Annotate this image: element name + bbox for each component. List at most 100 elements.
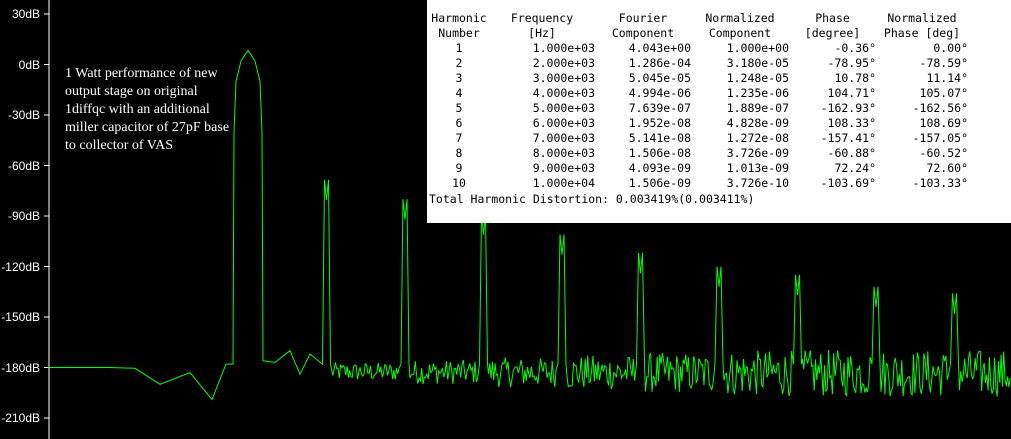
fourier-table-row: 4 4.000e+03 4.994e-06 1.235e-06 104.71° 105.0… bbox=[429, 86, 968, 101]
fourier-table-cell: -60.88° bbox=[827, 146, 876, 160]
fourier-table-cell: -78.95° bbox=[827, 56, 876, 70]
fourier-header-line: Number bbox=[438, 26, 480, 40]
fourier-table-cell: 1.506e-08 bbox=[628, 146, 691, 160]
fourier-table-cell: 5.141e-08 bbox=[628, 131, 691, 145]
y-tick-label: -90dB bbox=[7, 209, 40, 223]
fourier-table-cell: 4.093e-09 bbox=[628, 161, 691, 175]
fourier-table-cell: 108.69° bbox=[919, 116, 968, 130]
y-axis-ticks bbox=[44, 13, 49, 419]
fourier-table-row: 2 2.000e+03 1.286e-04 3.180e-05 -78.95° -78.5… bbox=[429, 56, 968, 71]
fourier-table-cell: 1.000e+04 bbox=[532, 176, 595, 190]
fourier-header-line: [degree] bbox=[804, 26, 861, 40]
fourier-table-cell: 9.000e+03 bbox=[532, 161, 595, 175]
fourier-table-cell: 0.00° bbox=[933, 41, 968, 55]
y-tick-label: -150dB bbox=[1, 310, 40, 324]
fourier-table-cell: -162.93° bbox=[820, 101, 876, 115]
fourier-table-row: 3 3.000e+03 5.045e-05 1.248e-05 10.78° 11.14° bbox=[429, 71, 968, 86]
fourier-table-cell: 3.000e+03 bbox=[532, 71, 595, 85]
fourier-table-cell: -103.33° bbox=[912, 176, 968, 190]
fourier-table-cell: 6 bbox=[455, 116, 463, 130]
fourier-table-cell: -103.69° bbox=[820, 176, 876, 190]
fourier-header-cell: Normalized Phase [deg] bbox=[876, 11, 968, 41]
fourier-table-row: 1 1.000e+03 4.043e+00 1.000e+00 -0.36° 0.00° bbox=[429, 41, 968, 56]
fourier-table-cell: 10.78° bbox=[834, 71, 876, 85]
fourier-table-cell: 3.180e-05 bbox=[726, 56, 789, 70]
fourier-table-cell: -78.59° bbox=[919, 56, 968, 70]
fourier-table-cell: 4.994e-06 bbox=[628, 86, 691, 100]
y-tick-label: -180dB bbox=[1, 360, 40, 375]
fourier-table-cell: 72.24° bbox=[834, 161, 876, 175]
fourier-table-row: 10 1.000e+04 1.506e-09 3.726e-10 -103.69° -10… bbox=[429, 176, 968, 191]
fourier-table-cell: 8 bbox=[455, 146, 463, 160]
fourier-table-cell: 11.14° bbox=[926, 71, 968, 85]
fourier-table-cell: 1.272e-08 bbox=[726, 131, 789, 145]
fourier-table-cell: 3.726e-09 bbox=[726, 146, 789, 160]
fourier-table-cell: 72.60° bbox=[926, 161, 968, 175]
y-tick-label: 30dB bbox=[11, 7, 40, 21]
fourier-table-cell: 5.045e-05 bbox=[628, 71, 691, 85]
thd-text: Total Harmonic Distortion: 0.003419%(0.0… bbox=[429, 192, 755, 206]
fourier-header-cell: Harmonic Number bbox=[429, 11, 489, 41]
fourier-table-cell: 7.639e-07 bbox=[628, 101, 691, 115]
y-tick-label: 0dB bbox=[18, 57, 40, 72]
fourier-header-cell: Fourier Component bbox=[595, 11, 691, 41]
y-tick-label: -30dB bbox=[7, 108, 40, 122]
fourier-header-line: Component bbox=[708, 26, 772, 40]
fourier-table-cell: 7 bbox=[455, 131, 463, 145]
fourier-header-cell: Phase [degree] bbox=[789, 11, 876, 41]
fourier-table-cell: 4.043e+00 bbox=[628, 41, 691, 55]
fourier-table-row: 7 7.000e+03 5.141e-08 1.272e-08 -157.41° -157… bbox=[429, 131, 968, 146]
fourier-header-cell: Frequency [Hz] bbox=[489, 11, 595, 41]
y-tick-label: -60dB bbox=[7, 158, 40, 173]
fourier-table-cell: 4 bbox=[455, 86, 463, 100]
fourier-table-cell: -0.36° bbox=[834, 41, 876, 55]
fourier-table-cell: 2.000e+03 bbox=[532, 56, 595, 70]
fourier-table-panel: Harmonic Number Frequency [Hz] Fourier Compon… bbox=[427, 0, 1011, 223]
fourier-table-cell: 1.000e+00 bbox=[726, 41, 789, 55]
fourier-table-cell: 5 bbox=[455, 101, 463, 115]
fourier-table-cell: 3.726e-10 bbox=[726, 176, 789, 190]
fourier-header-line: Frequency bbox=[510, 11, 574, 25]
fourier-table-cell: 1.235e-06 bbox=[726, 86, 789, 100]
y-tick-label: -120dB bbox=[1, 259, 40, 274]
fourier-header-line: Phase bbox=[815, 11, 850, 25]
annotation-text: 1 Watt performance of new output stage o… bbox=[65, 66, 230, 153]
fourier-header-line: Component bbox=[611, 26, 675, 40]
fourier-table-cell: 1.286e-04 bbox=[628, 56, 691, 70]
fourier-table-row: 8 8.000e+03 1.506e-08 3.726e-09 -60.88° -60.5… bbox=[429, 146, 968, 161]
fourier-table-cell: 104.71° bbox=[827, 86, 876, 100]
fourier-table-cell: 9 bbox=[455, 161, 463, 175]
fourier-table-row: 6 6.000e+03 1.952e-08 4.828e-09 108.33° 108.6… bbox=[429, 116, 968, 131]
fourier-table-cell: 1.248e-05 bbox=[726, 71, 789, 85]
fourier-header-line: Normalized bbox=[887, 11, 957, 25]
fourier-table-cell: 1.013e-09 bbox=[726, 161, 789, 175]
fourier-table-cell: -157.41° bbox=[820, 131, 876, 145]
fourier-table-cell: 3 bbox=[455, 71, 463, 85]
fourier-header-line: Normalized bbox=[705, 11, 775, 25]
fourier-table-cell: 1.889e-07 bbox=[726, 101, 789, 115]
fourier-table-cell: 8.000e+03 bbox=[532, 146, 595, 160]
fourier-table-row: 9 9.000e+03 4.093e-09 1.013e-09 72.24° 72.60° bbox=[429, 161, 968, 176]
fourier-table-cell: 5.000e+03 bbox=[532, 101, 595, 115]
fourier-table-cell: 2 bbox=[455, 56, 463, 70]
fourier-table-cell: 1.506e-09 bbox=[628, 176, 691, 190]
fourier-table-cell: 1.000e+03 bbox=[532, 41, 595, 55]
fourier-header-line: Harmonic bbox=[431, 11, 487, 25]
fourier-header-line: Phase [deg] bbox=[883, 26, 961, 40]
fourier-table-cell: 7.000e+03 bbox=[532, 131, 595, 145]
fourier-table: Harmonic Number Frequency [Hz] Fourier Compon… bbox=[429, 11, 968, 191]
fourier-table-cell: 4.000e+03 bbox=[532, 86, 595, 100]
fourier-table-row: 5 5.000e+03 7.639e-07 1.889e-07 -162.93° -162… bbox=[429, 101, 968, 116]
fourier-table-cell: 1.952e-08 bbox=[628, 116, 691, 130]
fourier-header-cell: Normalized Component bbox=[691, 11, 789, 41]
fourier-table-cell: 1 bbox=[455, 41, 463, 55]
fourier-table-cell: 6.000e+03 bbox=[532, 116, 595, 130]
fourier-table-cell: 10 bbox=[452, 176, 466, 190]
fourier-table-cell: 4.828e-09 bbox=[726, 116, 789, 130]
fourier-table-cell: 105.07° bbox=[919, 86, 968, 100]
fourier-table-cell: -60.52° bbox=[919, 146, 968, 160]
fourier-table-cell: 108.33° bbox=[827, 116, 876, 130]
y-tick-label: -210dB bbox=[1, 411, 40, 425]
fourier-header-line: [Hz] bbox=[528, 26, 556, 40]
fourier-header-line: Fourier bbox=[618, 11, 668, 25]
